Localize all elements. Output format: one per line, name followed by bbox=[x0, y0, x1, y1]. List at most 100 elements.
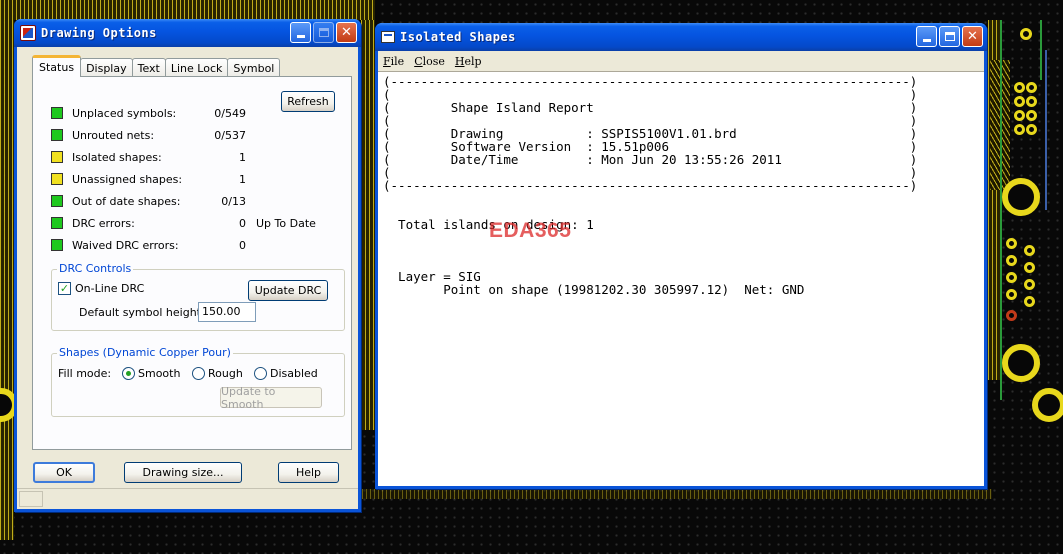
tab-symbol[interactable]: Symbol bbox=[227, 58, 281, 77]
menu-file[interactable]: File bbox=[383, 55, 404, 68]
window-title: Isolated Shapes bbox=[400, 30, 516, 44]
status-label: Unassigned shapes: bbox=[72, 172, 183, 186]
pcb-pad bbox=[1024, 262, 1035, 273]
status-value: 0/549 bbox=[214, 106, 246, 120]
drc-controls-group-label: DRC Controls bbox=[57, 262, 134, 275]
close-button[interactable]: ✕ bbox=[336, 22, 357, 43]
default-symbol-height-label: Default symbol height: bbox=[79, 306, 205, 319]
online-drc-checkbox[interactable]: ✓ bbox=[58, 282, 71, 295]
minimize-button[interactable] bbox=[290, 22, 311, 43]
status-lamp-icon bbox=[51, 173, 63, 185]
tab-status[interactable]: Status bbox=[32, 55, 82, 77]
status-row-unrouted-nets: Unrouted nets: 0/537 bbox=[51, 127, 246, 143]
pcb-pad bbox=[1014, 82, 1025, 93]
refresh-button[interactable]: Refresh bbox=[281, 91, 335, 112]
pcb-pad bbox=[1014, 124, 1025, 135]
pcb-pad bbox=[1006, 255, 1017, 266]
status-row-isolated-shapes: Isolated shapes: 1 bbox=[51, 149, 246, 165]
pcb-pad bbox=[1006, 310, 1017, 321]
menu-help[interactable]: Help bbox=[455, 55, 482, 68]
menu-close[interactable]: Close bbox=[414, 55, 445, 68]
status-label: Unrouted nets: bbox=[72, 128, 155, 142]
fill-mode-rough-radio[interactable] bbox=[192, 367, 205, 380]
fill-mode-disabled-label[interactable]: Disabled bbox=[270, 367, 318, 380]
minimize-icon bbox=[296, 35, 305, 38]
fill-mode-smooth-radio[interactable] bbox=[122, 367, 135, 380]
pcb-traces-left-strip bbox=[0, 20, 14, 540]
default-symbol-height-input[interactable]: 150.00 bbox=[198, 302, 256, 322]
pcb-pad bbox=[1006, 238, 1017, 249]
maximize-button bbox=[313, 22, 334, 43]
pcb-pad bbox=[1014, 96, 1025, 107]
pcb-pad bbox=[1026, 82, 1037, 93]
pcb-pad bbox=[1024, 279, 1035, 290]
pcb-traces-bottom bbox=[362, 489, 992, 499]
status-lamp-icon bbox=[51, 107, 63, 119]
close-icon: ✕ bbox=[341, 25, 352, 40]
online-drc-label[interactable]: On-Line DRC bbox=[75, 282, 144, 295]
close-icon: ✕ bbox=[967, 29, 978, 44]
menu-label-rest: elp bbox=[464, 54, 482, 68]
drc-controls-group: DRC Controls ✓ On-Line DRC Update DRC De… bbox=[51, 262, 345, 331]
pcb-green-trace bbox=[1000, 20, 1002, 400]
ok-button[interactable]: OK bbox=[33, 462, 95, 483]
isolated-shapes-window: Isolated Shapes ✕ File Close Help (-----… bbox=[375, 23, 987, 489]
status-lamp-icon bbox=[51, 129, 63, 141]
eda365-watermark: EDA365 bbox=[489, 219, 572, 242]
document-icon bbox=[381, 31, 395, 43]
status-tab-panel: Refresh Unplaced symbols: 0/549 Unrouted… bbox=[32, 76, 352, 450]
tab-strip: Status Display Text Line Lock Symbol bbox=[32, 55, 281, 77]
update-drc-button[interactable]: Update DRC bbox=[248, 280, 328, 301]
pcb-green-trace bbox=[1040, 20, 1042, 80]
window-title: Drawing Options bbox=[41, 26, 157, 40]
status-row-out-of-date-shapes: Out of date shapes: 0/13 bbox=[51, 193, 246, 209]
status-value: 1 bbox=[239, 172, 246, 186]
dialog-status-bar bbox=[17, 488, 358, 509]
fill-mode-disabled-radio[interactable] bbox=[254, 367, 267, 380]
close-button[interactable]: ✕ bbox=[962, 26, 983, 47]
status-row-unassigned-shapes: Unassigned shapes: 1 bbox=[51, 171, 246, 187]
fill-mode-rough-label[interactable]: Rough bbox=[208, 367, 243, 380]
pcb-mounting-hole bbox=[1002, 178, 1040, 216]
tab-display[interactable]: Display bbox=[80, 58, 133, 77]
minimize-icon bbox=[922, 39, 931, 42]
fill-mode-label: Fill mode: bbox=[58, 367, 112, 380]
fill-mode-smooth-label[interactable]: Smooth bbox=[138, 367, 180, 380]
pcb-mounting-hole bbox=[1032, 388, 1063, 422]
shapes-group: Shapes (Dynamic Copper Pour) Fill mode: … bbox=[51, 346, 345, 417]
report-line: (---------------------------------------… bbox=[383, 178, 918, 193]
menu-label-rest: ile bbox=[390, 54, 405, 68]
pcb-pad bbox=[1026, 124, 1037, 135]
status-value: 1 bbox=[239, 150, 246, 164]
status-bar-cell bbox=[19, 491, 43, 507]
tab-line-lock[interactable]: Line Lock bbox=[164, 58, 229, 77]
drawing-options-titlebar[interactable]: Drawing Options ✕ bbox=[14, 19, 361, 47]
report-line bbox=[383, 192, 984, 205]
drawing-size-button[interactable]: Drawing size... bbox=[124, 462, 242, 483]
report-line: Total islands on design: 1 bbox=[383, 217, 594, 232]
pcb-pad bbox=[1024, 245, 1035, 256]
status-label: Out of date shapes: bbox=[72, 194, 181, 208]
update-to-smooth-button: Update to Smooth bbox=[220, 385, 322, 411]
status-lamp-icon bbox=[51, 239, 63, 251]
minimize-button[interactable] bbox=[916, 26, 937, 47]
pcb-traces-top bbox=[0, 0, 375, 20]
status-value: 0 bbox=[239, 216, 246, 230]
maximize-icon bbox=[944, 32, 955, 41]
isolated-shapes-titlebar[interactable]: Isolated Shapes ✕ bbox=[375, 23, 987, 51]
help-button[interactable]: Help bbox=[278, 462, 339, 483]
status-lamp-icon bbox=[51, 151, 63, 163]
pcb-pad bbox=[1026, 110, 1037, 121]
drc-up-to-date-text: Up To Date bbox=[256, 216, 316, 230]
report-line bbox=[383, 231, 984, 244]
status-value: 0/537 bbox=[214, 128, 246, 142]
pcb-pad bbox=[1020, 28, 1032, 40]
pcb-traces-between bbox=[361, 20, 375, 430]
status-lamp-icon bbox=[51, 195, 63, 207]
menu-hotkey: H bbox=[454, 54, 465, 68]
maximize-button[interactable] bbox=[939, 26, 960, 47]
status-label: Isolated shapes: bbox=[72, 150, 162, 164]
pcb-pad bbox=[1006, 272, 1017, 283]
tab-text[interactable]: Text bbox=[131, 58, 166, 77]
shape-island-report-text[interactable]: (---------------------------------------… bbox=[378, 71, 984, 486]
